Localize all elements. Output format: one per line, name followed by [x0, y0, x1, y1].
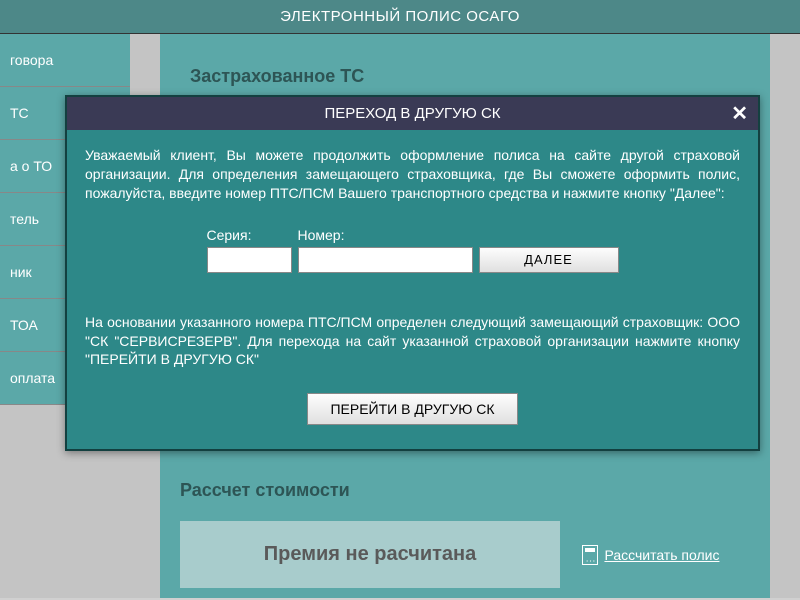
calculate-link[interactable]: Рассчитать полис — [582, 545, 719, 565]
modal-title: ПЕРЕХОД В ДРУГУЮ СК — [324, 105, 500, 122]
pts-form-row: Серия: Номер: ДАЛЕЕ — [85, 227, 740, 273]
cost-section: Рассчет стоимости Премия не расчитана Ра… — [160, 450, 770, 598]
modal-intro-text: Уважаемый клиент, Вы можете продолжить о… — [85, 146, 740, 203]
sidebar-item-label: ник — [10, 264, 32, 280]
number-label: Номер: — [298, 227, 473, 243]
sidebar-item-contract[interactable]: говора — [0, 34, 130, 87]
sidebar-item-label: ТС — [10, 105, 29, 121]
next-button[interactable]: ДАЛЕЕ — [479, 247, 619, 273]
sidebar-item-label: а о ТО — [10, 158, 52, 174]
modal-result-text: На основании указанного номера ПТС/ПСМ о… — [85, 313, 740, 370]
calculate-link-text: Рассчитать полис — [604, 547, 719, 563]
series-input[interactable] — [207, 247, 292, 273]
cost-status-text: Премия не расчитана — [264, 543, 477, 565]
series-label: Серия: — [207, 227, 292, 243]
close-icon[interactable]: ✕ — [731, 104, 748, 124]
transfer-modal: ПЕРЕХОД В ДРУГУЮ СК ✕ Уважаемый клиент, … — [65, 95, 760, 451]
insured-ts-title: Застрахованное ТС — [190, 66, 740, 87]
modal-body: Уважаемый клиент, Вы можете продолжить о… — [67, 130, 758, 449]
calculator-icon — [582, 545, 598, 565]
app-header: ЭЛЕКТРОННЫЙ ПОЛИС ОСАГО — [0, 0, 800, 34]
go-button-wrap: ПЕРЕЙТИ В ДРУГУЮ СК — [85, 393, 740, 425]
sidebar-item-label: ТОА — [10, 317, 38, 333]
sidebar-item-label: говора — [10, 52, 53, 68]
cost-title: Рассчет стоимости — [180, 480, 750, 501]
number-group: Номер: — [298, 227, 473, 273]
number-input[interactable] — [298, 247, 473, 273]
modal-header: ПЕРЕХОД В ДРУГУЮ СК ✕ — [67, 97, 758, 130]
cost-status-box: Премия не расчитана — [180, 521, 560, 588]
app-title: ЭЛЕКТРОННЫЙ ПОЛИС ОСАГО — [280, 8, 520, 25]
sidebar-item-label: тель — [10, 211, 39, 227]
series-group: Серия: — [207, 227, 292, 273]
sidebar-item-label: оплата — [10, 370, 55, 386]
go-to-sk-button[interactable]: ПЕРЕЙТИ В ДРУГУЮ СК — [307, 393, 517, 425]
